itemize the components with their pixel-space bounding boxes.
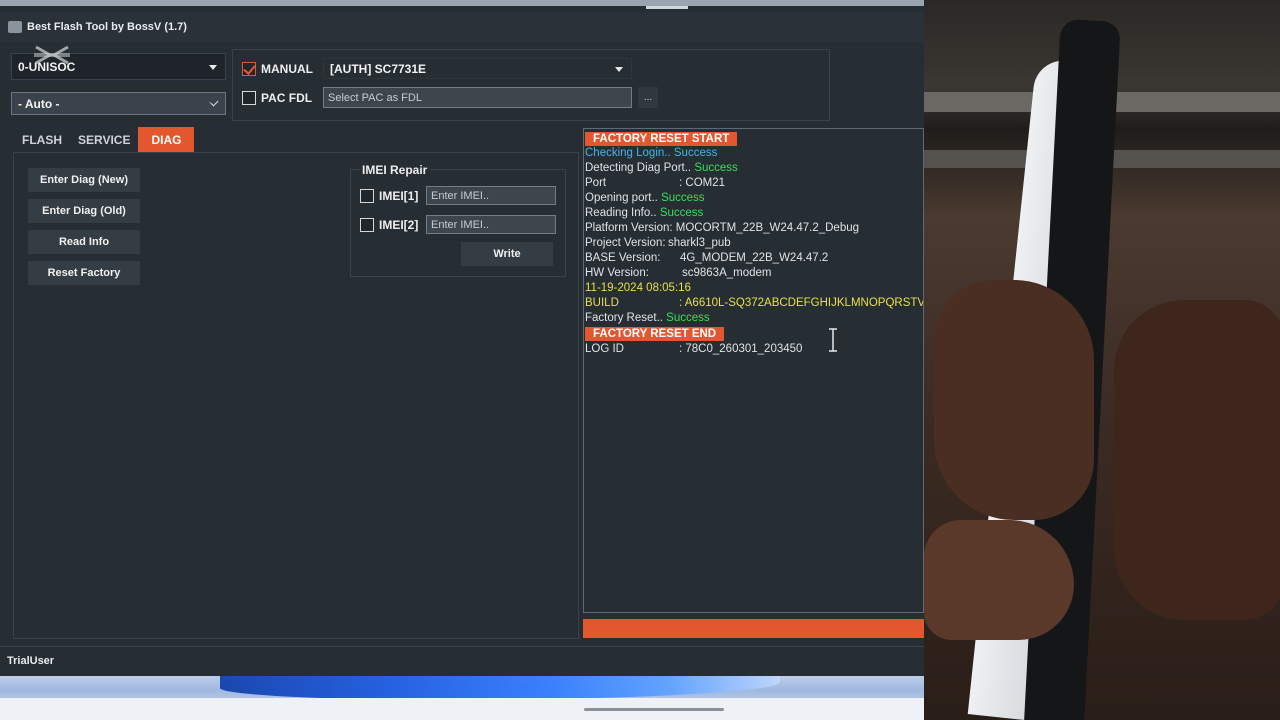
hand-left [934, 280, 1094, 520]
chevron-down-icon [615, 66, 623, 72]
pac-fdl-field[interactable]: Select PAC as FDL [323, 87, 632, 108]
log-line: LOG ID : 78C0_260301_203450 [585, 342, 802, 357]
text-cursor-icon [829, 328, 837, 352]
watermark-logo-icon [34, 45, 70, 65]
log-result: Success [659, 207, 704, 219]
log-line: Factory Reset.. Success [585, 311, 710, 326]
desktop-wallpaper [0, 670, 924, 720]
status-user: TrialUser [7, 655, 55, 667]
mode-select-value: - Auto - [18, 96, 60, 111]
imei-repair-title: IMEI Repair [360, 163, 430, 177]
log-line: 11-19-2024 08:05:16 [585, 281, 691, 296]
log-line: BASE Version: 4G_MODEM_22B_W24.47.2 [585, 251, 828, 266]
tab-bar: FLASH SERVICE DIAG [14, 127, 195, 152]
imei1-placeholder: Enter IMEI.. [431, 189, 490, 202]
log-text: Detecting Diag Port.. [585, 162, 692, 174]
log-line: Project Version: sharkl3_pub [585, 236, 731, 251]
log-line: Platform Version: MOCORTM_22B_W24.47.2_D… [585, 221, 859, 236]
log-line: Opening port.. Success [585, 191, 705, 206]
log-header-end: FACTORY RESET END [585, 327, 725, 341]
title-accent-line [646, 6, 688, 9]
log-line: Checking Login.. Success [585, 146, 717, 161]
status-bar: TrialUser [0, 646, 924, 676]
pac-fdl-placeholder: Select PAC as FDL [328, 91, 422, 104]
log-key: BUILD [585, 297, 619, 309]
log-result: Success [661, 192, 705, 204]
log-text: Reading Info.. [585, 207, 657, 219]
read-info-button[interactable]: Read Info [28, 230, 140, 254]
log-key: HW Version: [585, 267, 649, 279]
log-line: BUILD : A6610L-SQ372ABCDEFGHIJKLMNOPQRSTV… [585, 296, 924, 311]
log-line: Port : COM21 [585, 176, 725, 191]
log-key: Project Version: [585, 237, 666, 249]
log-value: : 78C0_260301_203450 [679, 343, 803, 355]
log-text: Checking Login.. [585, 147, 671, 159]
log-console[interactable]: FACTORY RESET START Checking Login.. Suc… [583, 128, 924, 613]
log-value: MOCORTM_22B_W24.47.2_Debug [675, 222, 860, 234]
log-value: 4G_MODEM_22B_W24.47.2 [680, 252, 829, 264]
chip-select-value: [AUTH] SC7731E [330, 61, 427, 76]
log-key: Port [585, 177, 607, 189]
log-value: : COM21 [679, 177, 726, 189]
tab-service[interactable]: SERVICE [70, 127, 138, 152]
browse-pac-button[interactable]: ... [638, 87, 658, 108]
log-result: Success [694, 162, 738, 174]
enter-diag-new-button[interactable]: Enter Diag (New) [28, 168, 140, 192]
taskbar[interactable] [0, 698, 924, 720]
hand-right [1114, 300, 1280, 620]
enter-diag-old-button[interactable]: Enter Diag (Old) [28, 199, 140, 223]
pac-fdl-checkbox[interactable] [242, 91, 256, 105]
log-key: BASE Version: [585, 252, 661, 264]
log-key: Platform Version: [585, 222, 673, 234]
title-bar[interactable]: Best Flash Tool by BossV (1.7) [0, 6, 924, 42]
mode-select[interactable]: - Auto - [11, 92, 226, 115]
pac-fdl-label: PAC FDL [261, 91, 313, 105]
log-text: Factory Reset.. [585, 312, 663, 324]
manual-checkbox[interactable] [242, 62, 256, 76]
log-value: sc9863A_modem [682, 267, 772, 279]
write-imei-button[interactable]: Write [461, 242, 553, 266]
log-line: Detecting Diag Port.. Success [585, 161, 738, 176]
phone-photo [924, 0, 1280, 720]
imei1-label: IMEI[1] [379, 189, 419, 203]
imei1-input[interactable]: Enter IMEI.. [426, 186, 556, 205]
app-window: Best Flash Tool by BossV (1.7) 0-UNISOC … [0, 0, 924, 676]
log-line: HW Version: sc9863A_modem [585, 266, 772, 281]
log-key: LOG ID [585, 343, 624, 355]
imei1-checkbox[interactable] [360, 189, 374, 203]
screenshot: Best Flash Tool by BossV (1.7) 0-UNISOC … [0, 0, 1280, 720]
tab-diag[interactable]: DIAG [138, 127, 195, 152]
window-title: Best Flash Tool by BossV (1.7) [27, 21, 187, 33]
thumb [924, 520, 1074, 640]
log-result: Success [666, 312, 710, 324]
log-text: 11-19-2024 08:05:16 [585, 282, 691, 294]
imei2-checkbox[interactable] [360, 218, 374, 232]
progress-bar [583, 619, 924, 638]
imei2-label: IMEI[2] [379, 218, 419, 232]
progress-fill [583, 619, 924, 638]
chevron-down-icon [209, 64, 217, 70]
log-line: Reading Info.. Success [585, 206, 703, 221]
log-value: sharkl3_pub [668, 237, 731, 249]
taskbar-handle[interactable] [584, 708, 724, 711]
log-value: : A6610L-SQ372ABCDEFGHIJKLMNOPQRSTVW [679, 297, 924, 309]
log-result: Success [673, 147, 718, 159]
imei2-input[interactable]: Enter IMEI.. [426, 215, 556, 234]
manual-label: MANUAL [261, 62, 313, 76]
reset-factory-button[interactable]: Reset Factory [28, 261, 140, 285]
imei2-placeholder: Enter IMEI.. [431, 218, 490, 231]
chip-select[interactable]: [AUTH] SC7731E [323, 58, 632, 79]
app-icon [8, 21, 22, 33]
log-text: Opening port.. [585, 192, 658, 204]
tab-flash[interactable]: FLASH [14, 127, 70, 152]
chevron-down-icon [208, 96, 219, 106]
log-header-start: FACTORY RESET START [585, 132, 738, 146]
